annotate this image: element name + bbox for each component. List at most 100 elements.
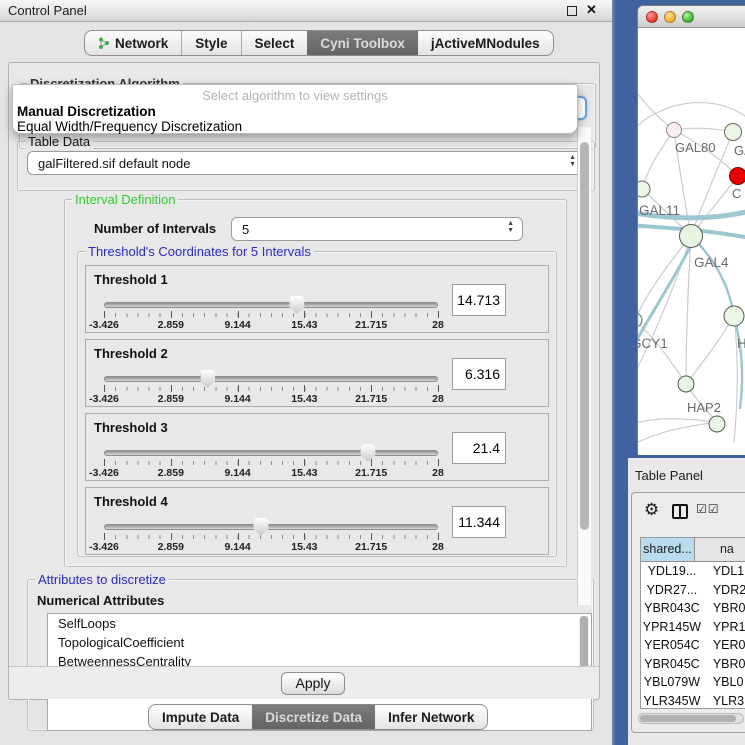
minimize-traffic-light-icon[interactable] [664, 11, 676, 23]
slider-thumb[interactable] [200, 370, 215, 388]
threshold-label: Threshold 1 [94, 272, 168, 287]
node-attribute-table[interactable]: shared... na YDL19...YDL1 YDR27...YDR2 Y… [640, 537, 745, 709]
combo-stepper-icon: ▲▼ [569, 154, 576, 168]
slider-tick-label: -3.426 [89, 467, 119, 479]
slider-track[interactable] [104, 450, 438, 456]
table-row[interactable]: YBL079WYBL0 [641, 673, 745, 692]
threshold-label: Threshold 4 [94, 494, 168, 509]
gear-icon[interactable]: ⚙ [644, 500, 659, 520]
tab-cyni-toolbox[interactable]: Cyni Toolbox [307, 31, 418, 55]
close-traffic-light-icon[interactable] [646, 11, 658, 23]
dropdown-placeholder-option[interactable]: Select algorithm to view settings [13, 88, 577, 103]
table-row[interactable]: YPR145WYPR1 [641, 618, 745, 637]
slider-minor-ticks [104, 387, 438, 391]
node-label: GCY1 [638, 336, 668, 351]
tab-discretize-data[interactable]: Discretize Data [252, 705, 375, 729]
threshold-value-field[interactable] [452, 284, 506, 316]
table-row[interactable]: YBR045CYBR0 [641, 655, 745, 674]
threshold-slider[interactable]: -3.426 2.859 9.144 15.43 21.715 28 [104, 370, 438, 404]
table-panel-region: Table Panel ⚙ ☑☑ shared... na YDL19...YD… [628, 458, 745, 745]
network-view-window[interactable]: GAL80 GA C GAL11 GAL4 GCY1 H HAP2 [637, 5, 745, 455]
node-bottom-partial[interactable] [709, 416, 725, 432]
slider-thumb[interactable] [360, 444, 375, 462]
table-row[interactable]: YBR043CYBR0 [641, 599, 745, 618]
node-selected-red[interactable] [730, 168, 745, 185]
slider-thumb[interactable] [253, 518, 268, 536]
node-gal4[interactable] [680, 225, 703, 248]
scrollbar-thumb[interactable] [580, 142, 589, 530]
num-intervals-label: Number of Intervals [94, 221, 216, 236]
network-canvas[interactable]: GAL80 GA C GAL11 GAL4 GCY1 H HAP2 [638, 28, 745, 455]
attributes-group-title: Attributes to discretize [35, 572, 169, 587]
node-label: H [737, 336, 745, 351]
split-columns-icon[interactable] [672, 504, 688, 519]
tab-impute-data[interactable]: Impute Data [149, 705, 252, 729]
bottom-tab-bar: Impute Data Discretize Data Infer Networ… [148, 704, 488, 730]
threshold-value-field[interactable] [452, 358, 506, 390]
node-gal80[interactable] [667, 123, 682, 138]
panel-scrollbar[interactable] [577, 127, 591, 605]
tab-style[interactable]: Style [181, 31, 240, 55]
dropdown-option-manual[interactable]: Manual Discretization [17, 104, 156, 119]
threshold-slider[interactable]: -3.426 2.859 9.144 15.43 21.715 28 [104, 518, 438, 552]
zoom-traffic-light-icon[interactable] [682, 11, 694, 23]
list-item[interactable]: TopologicalCoefficient [48, 633, 591, 652]
slider-tick-label: 21.715 [355, 393, 387, 405]
settings-scroll-area: Interval Definition Number of Intervals … [17, 189, 595, 731]
threshold-slider[interactable]: -3.426 2.859 9.144 15.43 21.715 28 [104, 296, 438, 330]
table-row[interactable]: YDR27...YDR2 [641, 581, 745, 600]
apply-button[interactable]: Apply [281, 672, 345, 695]
table-header-row: shared... na [641, 538, 745, 562]
node-label: GAL80 [675, 140, 715, 155]
threshold-panel-3: Threshold 3 -3.426 2.859 9.144 15.43 21.… [85, 413, 549, 481]
threshold-panel-1: Threshold 1 -3.426 2.859 9.144 15.43 21.… [85, 265, 549, 333]
table-horizontal-scrollbar[interactable] [638, 713, 744, 724]
top-tab-bar: Network Style Select Cyni Toolbox jActiv… [84, 30, 554, 56]
combo-stepper-icon: ▲▼ [507, 220, 514, 234]
list-item[interactable]: SelfLoops [48, 614, 591, 633]
slider-tick-label: 15.43 [291, 467, 317, 479]
table-row[interactable]: YLR345WYLR3 [641, 692, 745, 710]
node-label: GA [734, 143, 745, 158]
table-row[interactable]: YER054CYER0 [641, 636, 745, 655]
node-partial-top-right[interactable] [725, 124, 742, 141]
scrollbar-thumb[interactable] [640, 715, 736, 722]
node-left-edge[interactable] [638, 181, 650, 197]
node-gcy1[interactable] [638, 313, 642, 327]
threshold-slider[interactable]: -3.426 2.859 9.144 15.43 21.715 28 [104, 444, 438, 478]
threshold-label: Threshold 2 [94, 346, 168, 361]
threshold-value-field[interactable] [452, 432, 506, 464]
interval-group-title: Interval Definition [72, 192, 178, 207]
slider-track[interactable] [104, 376, 438, 382]
slider-tick-label: 21.715 [355, 467, 387, 479]
float-window-icon[interactable] [567, 6, 577, 16]
node-hap2[interactable] [678, 376, 694, 392]
tab-select[interactable]: Select [241, 31, 308, 55]
control-panel-titlebar[interactable]: Control Panel ✕ [0, 0, 612, 22]
slider-tick-label: 2.859 [158, 319, 184, 331]
slider-thumb[interactable] [289, 296, 304, 314]
panel-title: Control Panel [8, 3, 87, 18]
num-intervals-combobox[interactable]: 5 ▲▼ [231, 217, 523, 241]
node-right-edge[interactable] [724, 306, 744, 326]
tab-network[interactable]: Network [85, 31, 181, 55]
slider-tick-label: 21.715 [355, 541, 387, 553]
close-icon[interactable]: ✕ [586, 2, 597, 18]
list-scrollbar[interactable] [579, 616, 589, 672]
network-window-titlebar[interactable] [638, 6, 745, 28]
tab-jactivemnodules[interactable]: jActiveMNodules [418, 31, 553, 55]
table-data-label: Table Data [25, 134, 93, 149]
column-header-name[interactable]: na [695, 538, 745, 561]
tab-infer-network[interactable]: Infer Network [375, 705, 487, 729]
cyni-toolbox-panel: Discretization Algorithm ▲▼ Table Data g… [8, 62, 600, 700]
threshold-value-field[interactable] [452, 506, 506, 538]
dropdown-option-equal-width[interactable]: Equal Width/Frequency Discretization [17, 119, 242, 134]
table-data-combobox[interactable]: galFiltered.sif default node ▲▼ [27, 151, 585, 175]
slider-track[interactable] [104, 524, 438, 530]
checkbox-filter-icons[interactable]: ☑☑ [696, 502, 720, 516]
slider-track[interactable] [104, 302, 438, 308]
table-row[interactable]: YDL19...YDL1 [641, 562, 745, 581]
column-header-shared-name[interactable]: shared... [641, 538, 695, 561]
slider-tick-label: -3.426 [89, 319, 119, 331]
slider-tick-label: 9.144 [224, 467, 250, 479]
